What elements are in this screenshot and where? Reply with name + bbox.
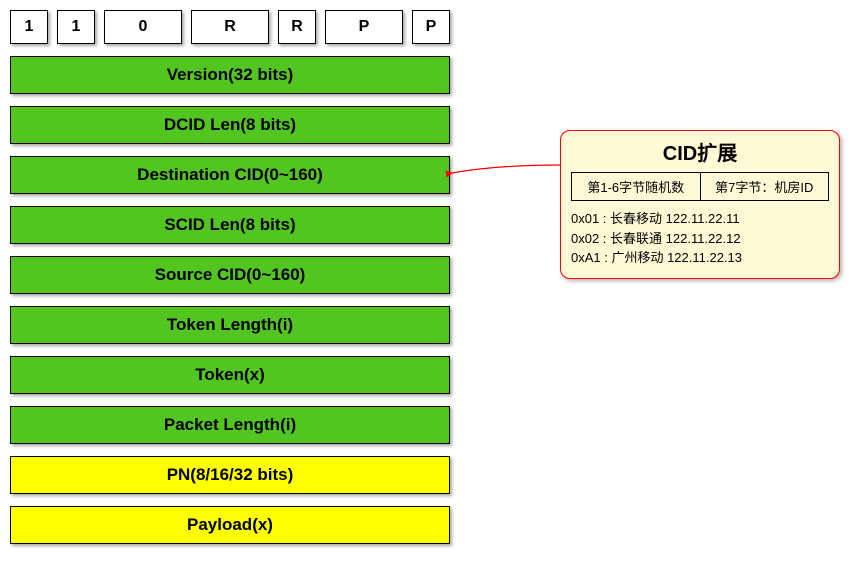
bit-4: R [278, 10, 316, 44]
field-source-cid: Source CID(0~160) [10, 256, 450, 294]
callout-arrow [440, 155, 570, 215]
cid-extension-panel: CID扩展 第1-6字节随机数 第7字节：机房ID 0x01 : 长春移动 12… [560, 130, 840, 279]
panel-table: 第1-6字节随机数 第7字节：机房ID [571, 172, 829, 201]
bit-5: P [325, 10, 403, 44]
field-pn: PN(8/16/32 bits) [10, 456, 450, 494]
field-dcid-len: DCID Len(8 bits) [10, 106, 450, 144]
bit-3: R [191, 10, 269, 44]
bit-6: P [412, 10, 450, 44]
packet-structure: 1 1 0 R R P P Version(32 bits) DCID Len(… [10, 10, 450, 556]
field-scid-len: SCID Len(8 bits) [10, 206, 450, 244]
panel-line-2: 0xA1 : 广州移动 122.11.22.13 [571, 248, 829, 268]
panel-col1: 第1-6字节随机数 [572, 173, 701, 200]
field-version: Version(32 bits) [10, 56, 450, 94]
bit-0: 1 [10, 10, 48, 44]
panel-line-0: 0x01 : 长春移动 122.11.22.11 [571, 209, 829, 229]
bit-2: 0 [104, 10, 182, 44]
field-token: Token(x) [10, 356, 450, 394]
panel-col2: 第7字节：机房ID [701, 173, 829, 200]
panel-title: CID扩展 [571, 137, 829, 166]
field-packet-length: Packet Length(i) [10, 406, 450, 444]
header-bits-row: 1 1 0 R R P P [10, 10, 450, 44]
field-payload: Payload(x) [10, 506, 450, 544]
field-token-length: Token Length(i) [10, 306, 450, 344]
field-destination-cid: Destination CID(0~160) [10, 156, 450, 194]
bit-1: 1 [57, 10, 95, 44]
panel-line-1: 0x02 : 长春联通 122.11.22.12 [571, 229, 829, 249]
